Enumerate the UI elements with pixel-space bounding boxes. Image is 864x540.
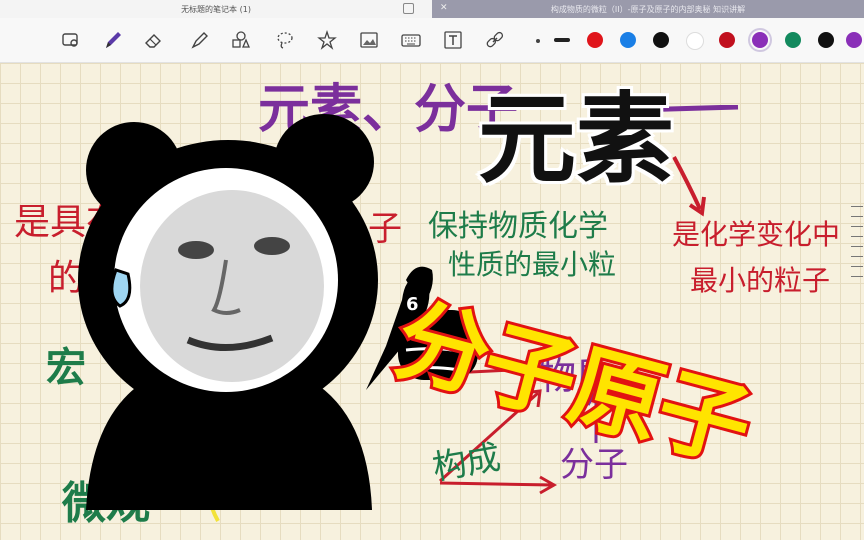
page-scroll-handle[interactable]	[850, 203, 864, 323]
close-icon[interactable]: ✕	[440, 3, 448, 13]
color-swatch-black-2[interactable]	[818, 32, 834, 48]
color-swatch-green[interactable]	[785, 32, 801, 48]
toolbar-separator	[536, 39, 540, 43]
color-swatch-white[interactable]	[686, 32, 704, 50]
share-icon[interactable]	[403, 3, 414, 14]
image-icon[interactable]	[356, 28, 382, 52]
highlighter-icon[interactable]	[186, 28, 212, 52]
right-window-title: ✕ 构成物质的微粒（II）-原子及原子的内部奥秘 知识讲解	[432, 0, 864, 18]
lasso-select-icon[interactable]	[272, 28, 298, 52]
note-atom-def-1: 是化学变化中	[672, 218, 841, 251]
color-swatch-black[interactable]	[653, 32, 669, 48]
textbox-icon[interactable]	[440, 28, 466, 52]
pen-icon[interactable]	[100, 28, 126, 52]
color-swatch-darkred[interactable]	[719, 32, 735, 48]
stroke-width-button[interactable]	[554, 38, 570, 42]
eraser-icon[interactable]	[140, 28, 166, 52]
keyboard-icon[interactable]	[398, 28, 424, 52]
link-icon[interactable]	[482, 28, 508, 52]
left-title-text: 无标题的笔记本 (1)	[181, 4, 251, 14]
title-bar: 无标题的笔记本 (1) ✕ 构成物质的微粒（II）-原子及原子的内部奥秘 知识讲…	[0, 0, 864, 18]
color-swatch-purple-selected[interactable]	[752, 32, 768, 48]
right-title-text: 构成物质的微粒（II）-原子及原子的内部奥秘 知识讲解	[550, 4, 746, 14]
shapes-icon[interactable]	[228, 28, 254, 52]
color-swatch-purple[interactable]	[846, 32, 862, 48]
overlay-title: 元素	[475, 81, 676, 200]
left-window-title: 无标题的笔记本 (1)	[0, 0, 432, 18]
drawing-toolbar	[0, 18, 864, 63]
color-swatch-blue[interactable]	[620, 32, 636, 48]
color-swatch-red[interactable]	[587, 32, 603, 48]
sticker-icon[interactable]	[314, 28, 340, 52]
note-atom-def-2: 最小的粒子	[690, 264, 831, 297]
lasso-icon[interactable]	[58, 28, 84, 52]
